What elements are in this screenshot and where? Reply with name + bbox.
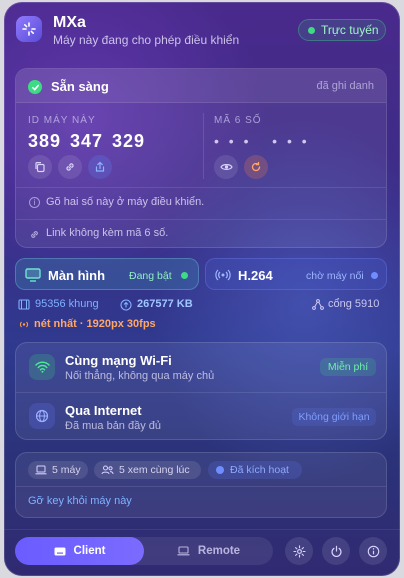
registered-label: đã ghi danh [316,80,375,92]
codec-label: H.264 [238,268,273,283]
machines-count: 5 máy [52,464,81,476]
port-label: cổng 5910 [328,298,380,310]
machines-chip: 5 máy [28,461,88,479]
copy-link-button[interactable] [58,155,82,179]
frame-count: 95356 khung [35,298,99,310]
unlimited-badge: Không giới hạn [292,408,376,426]
laptop-remote-icon [177,546,190,556]
power-icon [331,545,341,557]
footer-divider [4,529,400,530]
app-name: MXa [53,14,86,31]
connection-card: Cùng mạng Wi-Fi Nối thẳng, không qua máy… [15,342,387,440]
globe-icon [29,403,55,429]
mode-switch: Client Remote [15,537,273,565]
share-button[interactable] [88,155,112,179]
power-button[interactable] [322,537,350,565]
pin-label: MÃ 6 SỐ [214,115,262,126]
id-pin-divider [203,113,204,179]
bytes-sent: 267577 KB [137,298,193,310]
viewers-chip: 5 xem cùng lúc [94,461,201,479]
codec-status: chờ máy nối [306,270,364,282]
app-window: MXa Máy này đang cho phép điều khiển Trự… [4,2,400,576]
hint-divider-top [16,187,386,188]
wifi-icon [29,354,55,380]
screen-on-dot-icon [181,272,188,279]
machine-id-part-1: 389 [28,131,62,151]
keyboard-icon [54,547,66,555]
wifi-description: Nối thẳng, không qua máy chủ [65,370,215,382]
session-card: Sẵn sàng đã ghi danh ID MÁY NÀY 389 347 … [15,68,387,248]
screen-status: Đang bật [129,270,172,282]
machine-id-part-3: 329 [112,131,146,151]
app-logo-icon [16,16,42,42]
remote-tab-label: Remote [197,545,241,557]
link-hint-icon [29,227,40,245]
internet-description: Đã mua bản đầy đủ [65,420,162,432]
copy-id-button[interactable] [28,155,52,179]
signal-icon [19,321,29,328]
license-card: 5 máy 5 xem cùng lúc Đã kích hoạt Gỡ key… [15,452,387,518]
screen-label: Màn hình [48,268,106,283]
machine-id-part-2: 347 [70,131,104,151]
remove-key-link[interactable]: Gỡ key khỏi máy này [28,495,132,507]
settings-button[interactable] [285,537,313,565]
upload-icon [120,299,132,311]
client-tab-label: Client [73,545,106,557]
broadcast-icon [215,269,231,281]
license-divider [16,486,386,487]
ready-check-icon [28,80,42,94]
unlimited-badge-label: Không giới hạn [298,411,370,423]
hint-divider-bottom [16,219,386,220]
users-icon [101,465,114,475]
share-icon [95,161,105,172]
free-badge: Miễn phí [320,358,376,376]
quality-label: nét nhất · 1920px 30fps [34,318,156,330]
activated-chip: Đã kích hoạt [208,461,302,479]
wifi-title: Cùng mạng Wi-Fi [65,353,172,368]
activated-dot-icon [216,466,224,474]
copy-icon [35,162,45,173]
link-icon [66,163,74,171]
online-status-badge: Trực tuyến [298,19,386,41]
gear-icon [292,544,306,558]
network-icon [312,299,324,310]
viewers-count: 5 xem cùng lúc [119,464,190,476]
online-status-label: Trực tuyến [321,23,379,37]
refresh-pin-button[interactable] [244,155,268,179]
laptop-icon [35,465,47,475]
info-circle-icon [367,545,379,557]
info-icon: i [29,197,40,208]
share-hint-text: Gõ hai số này ở máy điều khiển. [46,196,205,208]
free-badge-label: Miễn phí [327,361,369,373]
online-dot-icon [308,26,315,34]
remote-tab[interactable]: Remote [144,537,273,565]
refresh-icon [251,161,261,172]
monitor-icon [25,268,41,282]
app-subtitle: Máy này đang cho phép điều khiển [53,33,240,47]
machine-id-label: ID MÁY NÀY [28,115,96,126]
codec-toggle[interactable]: H.264 chờ máy nối [205,258,387,290]
show-pin-button[interactable] [214,155,238,179]
activated-label: Đã kích hoạt [230,464,289,476]
pin-masked-value: • • • • • • [214,133,310,149]
codec-wait-dot-icon [371,272,378,279]
internet-title: Qua Internet [65,403,142,418]
screen-toggle[interactable]: Màn hình Đang bật [15,258,199,290]
link-hint-text: Link không kèm mã 6 số. [46,227,169,239]
film-icon [18,299,30,310]
ready-status-label: Sẵn sàng [51,79,109,94]
info-button[interactable] [359,537,387,565]
eye-icon [219,164,233,170]
client-tab[interactable]: Client [15,537,144,565]
